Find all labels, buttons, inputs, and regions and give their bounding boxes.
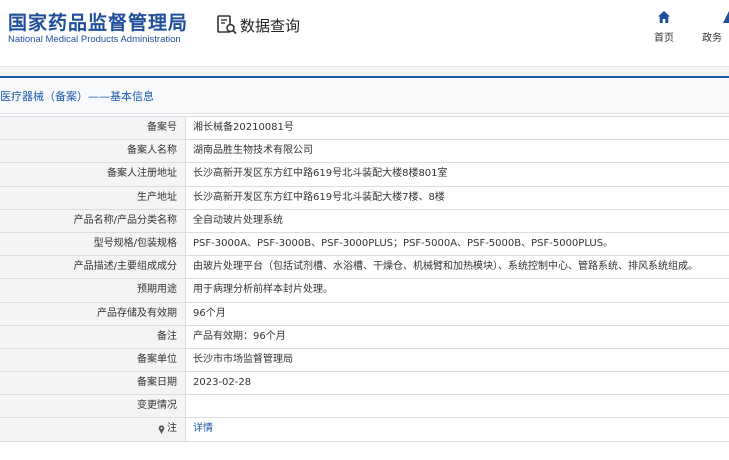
row-value: 全自动玻片处理系统 [193,214,283,226]
document-search-icon [217,15,237,35]
site-header: 国家药品监督管理局 National Medical Products Admi… [0,0,729,66]
row-label: 产品存储及有效期 [0,302,186,325]
table-row: 备案单位 长沙市市场监督管理局 [0,348,729,373]
row-value: 用于病理分析前样本封片处理。 [193,284,333,296]
data-query-label: 数据查询 [240,16,301,35]
row-value: 96个月 [193,307,226,319]
row-label: 备案号 [0,117,186,140]
row-label: 备注 [0,325,186,348]
data-query-link[interactable]: 数据查询 [216,14,300,36]
row-value: 长沙高新开发区东方红中路619号北斗装配大楼8楼801室 [193,168,448,180]
nav-home[interactable]: 首页 [652,10,676,44]
row-value: 产品有效期：96个月 [193,330,286,342]
location-pin-icon [158,425,165,434]
table-row: 注 详情 [0,418,729,442]
table-row: 生产地址 长沙高新开发区东方红中路619号北斗装配大楼7楼、8楼 [0,186,729,210]
table-row: 型号规格/包装规格 PSF-3000A、PSF-3000B、PSF-3000PL… [0,232,729,257]
home-icon [658,11,670,23]
row-value: 湘长械备20210081号 [193,122,294,133]
row-label: 备案人注册地址 [0,163,186,186]
nav-home-label: 首页 [654,33,674,44]
row-label: 备案人名称 [0,140,186,163]
row-value: PSF-3000A、PSF-3000B、PSF-3000PLUS；PSF-500… [193,237,614,249]
section-title: 医疗器械（备案）——基本信息 [0,90,154,103]
table-row: 备案人名称 湖南品胜生物技术有限公司 [0,140,729,164]
triangle-icon [723,11,729,23]
row-label: 产品名称/产品分类名称 [0,209,186,232]
section-header: 医疗器械（备案）——基本信息 [0,76,729,114]
site-logo-english[interactable]: National Medical Products Administration [8,34,181,45]
table-row: 备案人注册地址 长沙高新开发区东方红中路619号北斗装配大楼8楼801室 [0,163,729,187]
row-value: 由玻片处理平台（包括试剂槽、水浴槽、干燥仓、机械臂和加热模块）、系统控制中心、管… [193,261,698,273]
row-label: 产品描述/主要组成成分 [0,256,186,279]
row-label: 型号规格/包装规格 [0,232,186,256]
table-row: 备案号 湘长械备20210081号 [0,117,729,141]
table-row: 产品描述/主要组成成分 由玻片处理平台（包括试剂槽、水浴槽、干燥仓、机械臂和加热… [0,256,729,280]
table-row: 产品名称/产品分类名称 全自动玻片处理系统 [0,209,729,233]
row-value: 湖南品胜生物技术有限公司 [193,145,313,157]
details-link[interactable]: 详情 [186,418,729,440]
row-label-note: 注 [0,418,186,441]
row-value [186,395,729,417]
row-label: 生产地址 [0,186,186,209]
row-value: 2023-02-28 [193,377,252,389]
table-row: 备注 产品有效期：96个月 [0,325,729,349]
row-value: 长沙高新开发区东方红中路619号北斗装配大楼7楼、8楼 [193,191,445,203]
table-row: 预期用途 用于病理分析前样本封片处理。 [0,279,729,303]
row-value: 长沙市市场监督管理局 [193,353,293,365]
nav-government-affairs-label: 政务 [702,33,722,44]
row-label: 预期用途 [0,279,186,302]
table-row: 产品存储及有效期 96个月 [0,302,729,326]
table-row: 变更情况 [0,395,729,419]
site-logo-chinese[interactable]: 国家药品监督管理局 [8,8,188,35]
row-label: 备案日期 [0,372,186,395]
row-label: 变更情况 [0,395,186,418]
record-detail-table: 备案号 湘长械备20210081号 备案人名称 湖南品胜生物技术有限公司 备案人… [0,116,729,442]
note-label: 注 [158,418,177,440]
row-label: 备案单位 [0,348,186,372]
nav-government-affairs[interactable]: 政务 [702,10,729,44]
note-label-text: 注 [167,423,177,435]
table-row: 备案日期 2023-02-28 [0,372,729,396]
header-divider [0,66,729,76]
